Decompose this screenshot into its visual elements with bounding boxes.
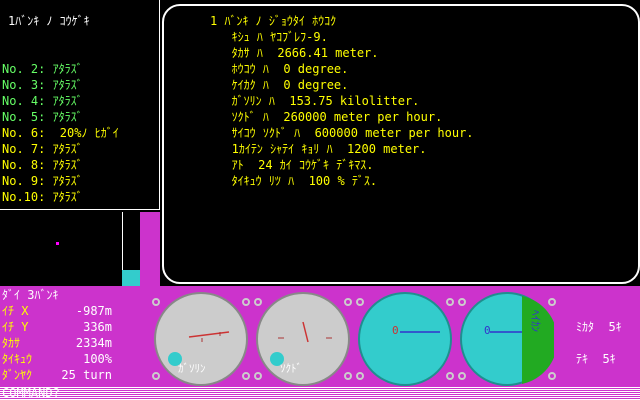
report-line: ﾎｳｺｳ ﾊ 0 degree. xyxy=(210,62,349,76)
fuel-gauge-label: ｶﾞｿﾘﾝ xyxy=(178,362,206,375)
bolt-icon xyxy=(356,372,364,380)
enemy-count: ﾃｷ 5ｷ xyxy=(576,352,616,366)
stat-label: ﾀﾞﾝﾔｸ xyxy=(2,368,33,382)
unit-header: ﾀﾞｲ 3ﾊﾞﾝｷ xyxy=(2,288,59,302)
speed-needle-icon xyxy=(278,321,332,343)
stat-value: 25 turn xyxy=(61,368,112,382)
heading-gauge: 0 xyxy=(354,288,456,390)
report-line: ｻｲｺｳ ｿｸﾄﾞ ﾊ 600000 meter per hour. xyxy=(210,126,474,140)
stat-value: 100% xyxy=(83,352,112,366)
attack-result-item: No.10: ｱﾀﾗｽﾞ xyxy=(2,190,83,204)
speed-gauge-dial: ｿｸﾄﾞ xyxy=(256,292,350,386)
bolt-icon xyxy=(548,372,556,380)
command-prompt[interactable]: COMMAND? xyxy=(2,386,60,400)
heading-indicator-icon: 0 xyxy=(392,324,440,337)
pitch-gauge: 0 ﾍｲｶﾝ xyxy=(456,288,558,390)
report-line: ｷｼｭ ﾊ ﾔｺﾌﾞﾚﾌ-9. xyxy=(210,30,328,44)
stat-label: ｲﾁ X xyxy=(2,304,29,318)
attack-result-item: No. 8: ｱﾀﾗｽﾞ xyxy=(2,158,83,172)
bolt-icon xyxy=(458,298,466,306)
attack-result-item: No. 2: ｱﾀﾗｽﾞ xyxy=(2,62,83,76)
stat-value: 2334m xyxy=(75,336,112,350)
attack-results-title: 1ﾊﾞﾝｷ ﾉ ｺｳｹﾞｷ xyxy=(8,14,90,28)
speed-gauge: ｿｸﾄﾞ xyxy=(252,288,354,390)
report-line: ｹｲｶｸ ﾊ 0 degree. xyxy=(210,78,349,92)
report-line: ｱﾄ 24 ｶｲ ｺｳｹﾞｷ ﾃﾞｷﾏｽ. xyxy=(210,158,374,172)
pitch-gauge-dial: 0 ﾍｲｶﾝ xyxy=(460,292,554,386)
svg-text:0: 0 xyxy=(392,324,399,337)
attack-result-item: No. 5: ｱﾀﾗｽﾞ xyxy=(2,110,83,124)
report-line: 1ｶｲﾃﾝ ｼｬﾃｲ ｷｮﾘ ﾊ 1200 meter. xyxy=(210,142,427,156)
ally-count: ﾐｶﾀ 5ｷ xyxy=(576,320,622,334)
side-gauge-label: ﾍｲｶﾝ xyxy=(529,310,542,332)
command-line-area xyxy=(0,386,640,400)
bolt-icon xyxy=(446,298,454,306)
report-line: ｶﾞｿﾘﾝ ﾊ 153.75 kilolitter. xyxy=(210,94,420,108)
fuel-gauge: ｶﾞｿﾘﾝ xyxy=(150,288,252,390)
bolt-icon xyxy=(254,372,262,380)
report-line: ｿｸﾄﾞ ﾊ 260000 meter per hour. xyxy=(210,110,443,124)
bolt-icon xyxy=(254,298,262,306)
bolt-icon xyxy=(446,372,454,380)
stat-value: 336m xyxy=(83,320,112,334)
report-line: ﾀｶｻ ﾊ 2666.41 meter. xyxy=(210,46,379,60)
attack-result-item: No. 3: ｱﾀﾗｽﾞ xyxy=(2,78,83,92)
pitch-indicator-icon: 0 xyxy=(484,296,554,384)
stat-label: ｲﾁ Y xyxy=(2,320,29,334)
bolt-icon xyxy=(242,298,250,306)
radar-unit-marker xyxy=(56,242,59,245)
stat-value: -987m xyxy=(75,304,112,318)
stat-label: ﾀｲｷｭｳ xyxy=(2,352,33,366)
heading-gauge-dial: 0 xyxy=(358,292,452,386)
speed-gauge-label: ｿｸﾄﾞ xyxy=(280,362,302,375)
bolt-icon xyxy=(458,372,466,380)
report-line: 1 ﾊﾞﾝｷ ﾉ ｼﾞｮｳﾀｲ ﾎｳｺｸ xyxy=(210,14,337,28)
attack-result-item: No. 4: ｱﾀﾗｽﾞ xyxy=(2,94,83,108)
report-line: ﾀｲｷｭｳ ﾘﾂ ﾊ 100 % ﾃﾞｽ. xyxy=(210,174,378,188)
radar-side-column xyxy=(140,212,160,286)
attack-result-item: No. 7: ｱﾀﾗｽﾞ xyxy=(2,142,83,156)
bolt-icon xyxy=(548,298,556,306)
svg-text:0: 0 xyxy=(484,324,491,337)
fuel-gauge-dial: ｶﾞｿﾘﾝ xyxy=(154,292,248,386)
radar-gauge-fill xyxy=(122,270,140,286)
bolt-icon xyxy=(152,298,160,306)
attack-result-item: No. 9: ｱﾀﾗｽﾞ xyxy=(2,174,83,188)
bolt-icon xyxy=(242,372,250,380)
bolt-icon xyxy=(344,298,352,306)
radar-divider xyxy=(122,212,123,270)
attack-result-item: No. 6: 20%ﾉ ﾋｶﾞｲ xyxy=(2,126,119,140)
bolt-icon xyxy=(152,372,160,380)
bolt-icon xyxy=(344,372,352,380)
stat-label: ﾀｶｻ xyxy=(2,336,21,350)
bolt-icon xyxy=(356,298,364,306)
